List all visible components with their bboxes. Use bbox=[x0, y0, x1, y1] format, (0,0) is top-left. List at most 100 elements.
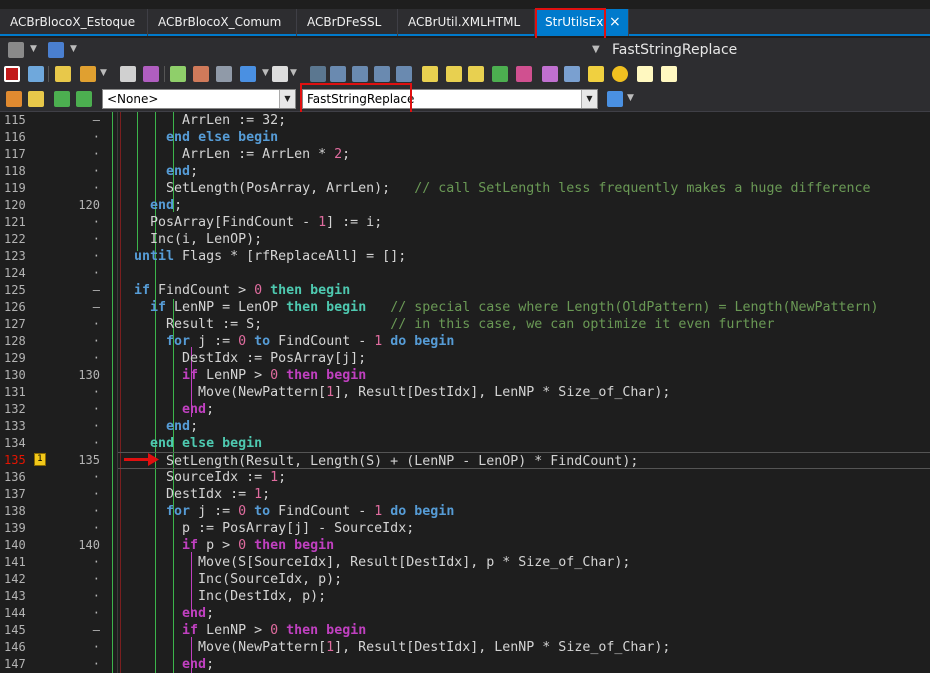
code-line[interactable]: Inc(SourceIdx, p); bbox=[118, 571, 930, 588]
chevron-down-icon[interactable]: ▼ bbox=[279, 90, 295, 108]
code-line[interactable]: end; bbox=[118, 163, 930, 180]
bookmark-marker[interactable]: 1 bbox=[34, 453, 46, 466]
class-combo[interactable]: <None> ▼ bbox=[102, 89, 296, 109]
chevron-down-icon[interactable]: ▼ bbox=[262, 68, 269, 78]
code-line[interactable]: if LenNP > 0 then begin bbox=[118, 367, 930, 384]
line-marker: · bbox=[92, 385, 100, 399]
tab-acbrblocox-comum[interactable]: ACBrBlocoX_Comum bbox=[148, 9, 297, 36]
save-all-icon[interactable] bbox=[143, 66, 159, 82]
list-icon[interactable] bbox=[607, 91, 623, 107]
code-line[interactable]: SetLength(Result, Length(S) + (LenNP - L… bbox=[118, 452, 930, 469]
new-file-icon[interactable] bbox=[55, 66, 71, 82]
number-icon[interactable] bbox=[564, 66, 580, 82]
code-line[interactable]: end; bbox=[118, 418, 930, 435]
window-icon[interactable] bbox=[48, 42, 64, 58]
code-line[interactable]: Move(S[SourceIdx], Result[DestIdx], p * … bbox=[118, 554, 930, 571]
code-token: if bbox=[182, 368, 199, 383]
toggle-form-icon[interactable] bbox=[240, 66, 256, 82]
code-line[interactable]: Inc(DestIdx, p); bbox=[118, 588, 930, 605]
code-line[interactable]: Move(NewPattern[1], Result[DestIdx], Len… bbox=[118, 384, 930, 401]
tab-strutilsex[interactable]: StrUtilsEx × bbox=[535, 9, 629, 36]
code-line[interactable]: if FindCount > 0 then begin bbox=[118, 282, 930, 299]
fold-toggle[interactable]: – bbox=[93, 112, 100, 129]
format-icon[interactable] bbox=[468, 66, 484, 82]
class-icon[interactable] bbox=[6, 91, 22, 107]
code-line[interactable]: DestIdx := PosArray[j]; bbox=[118, 350, 930, 367]
info-icon[interactable] bbox=[661, 66, 677, 82]
impl-icon[interactable] bbox=[54, 91, 70, 107]
fold-toggle[interactable]: – bbox=[93, 282, 100, 299]
save-icon[interactable] bbox=[120, 66, 136, 82]
component-icon[interactable] bbox=[216, 66, 232, 82]
code-line[interactable]: p := PosArray[j] - SourceIdx; bbox=[118, 520, 930, 537]
line-number: 125 bbox=[4, 283, 26, 297]
help-icon[interactable] bbox=[637, 66, 653, 82]
code-line[interactable]: if LenNP = LenOP then begin // special c… bbox=[118, 299, 930, 316]
chevron-down-icon[interactable]: ▼ bbox=[100, 68, 107, 78]
code-token: Inc(SourceIdx, p); bbox=[118, 572, 343, 587]
code-line[interactable]: until Flags * [rfReplaceAll] = []; bbox=[118, 248, 930, 265]
decl-icon[interactable] bbox=[76, 91, 92, 107]
step-over-icon[interactable] bbox=[330, 66, 346, 82]
code-line[interactable]: ArrLen := ArrLen * 2; bbox=[118, 146, 930, 163]
gear-icon[interactable] bbox=[612, 66, 628, 82]
code-line[interactable]: Inc(i, LenOP); bbox=[118, 231, 930, 248]
chevron-down-icon[interactable]: ▼ bbox=[30, 44, 37, 54]
code-line[interactable]: Move(NewPattern[1], Result[DestIdx], Len… bbox=[118, 639, 930, 656]
tab-acbrdfessl[interactable]: ACBrDFeSSL bbox=[297, 9, 398, 36]
trace-into-icon[interactable] bbox=[352, 66, 368, 82]
chevron-down-icon[interactable]: ▼ bbox=[627, 93, 634, 103]
code-line[interactable]: Result := S; // in this case, we can opt… bbox=[118, 316, 930, 333]
code-line[interactable]: end; bbox=[118, 656, 930, 673]
open-folder-icon[interactable] bbox=[80, 66, 96, 82]
fold-toggle[interactable]: – bbox=[93, 299, 100, 316]
chevron-down-icon[interactable]: ▼ bbox=[290, 68, 297, 78]
code-line[interactable] bbox=[118, 265, 930, 282]
abc-icon[interactable] bbox=[542, 66, 558, 82]
code-token: // in this case, we can optimize it even… bbox=[390, 317, 775, 332]
code-line[interactable]: end; bbox=[118, 197, 930, 214]
add-file-icon[interactable] bbox=[170, 66, 186, 82]
code-line[interactable]: end; bbox=[118, 605, 930, 622]
code-editor[interactable]: 115–116 · 117 · 118 · 119 · 120 120 121 · 122 · 123 · 12… bbox=[0, 112, 930, 673]
run-until-return-icon[interactable] bbox=[396, 66, 412, 82]
close-tab-icon[interactable]: × bbox=[609, 9, 621, 36]
run-to-cursor-icon[interactable] bbox=[374, 66, 390, 82]
computer-icon[interactable] bbox=[28, 66, 44, 82]
chevron-down-icon[interactable]: ▼ bbox=[592, 44, 600, 55]
chevron-down-icon[interactable]: ▼ bbox=[581, 90, 597, 108]
unit-icon[interactable] bbox=[28, 91, 44, 107]
remove-file-icon[interactable] bbox=[193, 66, 209, 82]
method-combo[interactable]: FastStringReplace ▼ bbox=[302, 89, 598, 109]
code-line[interactable]: if LenNP > 0 then begin bbox=[118, 622, 930, 639]
chevron-down-icon[interactable]: ▼ bbox=[70, 44, 77, 54]
code-line[interactable]: DestIdx := 1; bbox=[118, 486, 930, 503]
code-line[interactable]: end else begin bbox=[118, 129, 930, 146]
run-icon[interactable] bbox=[272, 66, 288, 82]
tab-acbrblocox-estoque[interactable]: ACBrBlocoX_Estoque bbox=[0, 9, 148, 36]
code-line[interactable]: SetLength(PosArray, ArrLen); // call Set… bbox=[118, 180, 930, 197]
printer-icon[interactable] bbox=[8, 42, 24, 58]
code-line[interactable]: for j := 0 to FindCount - 1 do begin bbox=[118, 503, 930, 520]
edit-icon[interactable] bbox=[446, 66, 462, 82]
pause-icon[interactable] bbox=[310, 66, 326, 82]
sort-icon[interactable] bbox=[516, 66, 532, 82]
code-line[interactable]: PosArray[FindCount - 1] := i; bbox=[118, 214, 930, 231]
code-line[interactable]: if p > 0 then begin bbox=[118, 537, 930, 554]
gutter-row: 143 · bbox=[0, 588, 117, 605]
code-line[interactable]: ArrLen := 32; bbox=[118, 112, 930, 129]
code-line[interactable]: end; bbox=[118, 401, 930, 418]
code-token: 1 bbox=[270, 470, 279, 485]
code-line[interactable]: end else begin bbox=[118, 435, 930, 452]
fold-toggle[interactable]: – bbox=[93, 622, 100, 639]
stop-icon[interactable] bbox=[4, 66, 20, 82]
note-icon[interactable] bbox=[588, 66, 604, 82]
tab-acbrutil-xmlhtml[interactable]: ACBrUtil.XMLHTML bbox=[398, 9, 535, 36]
code-token: 2 bbox=[334, 147, 343, 162]
code-area[interactable]: ArrLen := 32; end else begin ArrLen := A… bbox=[118, 112, 930, 673]
code-line[interactable]: for j := 0 to FindCount - 1 do begin bbox=[118, 333, 930, 350]
bookmark-icon[interactable] bbox=[422, 66, 438, 82]
code-line[interactable]: SourceIdx := 1; bbox=[118, 469, 930, 486]
gutter-row: 142 · bbox=[0, 571, 117, 588]
dollar-icon[interactable] bbox=[492, 66, 508, 82]
